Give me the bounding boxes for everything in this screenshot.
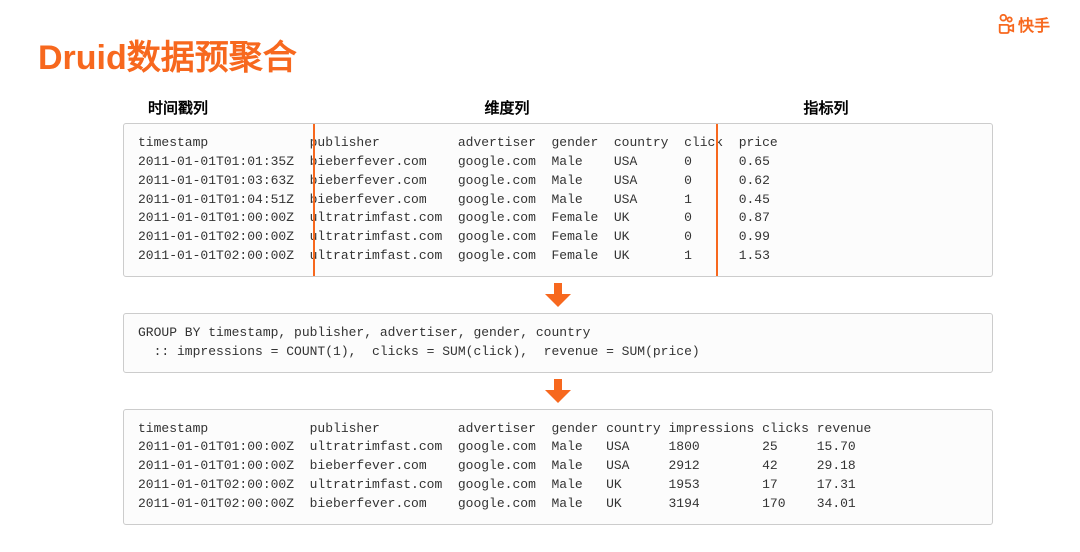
slide-title: Druid数据预聚合 xyxy=(38,30,1042,79)
label-timestamp: 时间戳列 xyxy=(123,97,313,118)
arrow-down-icon xyxy=(123,283,993,307)
table-content: timestamp publisher advertiser gender co… xyxy=(138,134,978,266)
raw-data-table: timestamp publisher advertiser gender co… xyxy=(123,123,993,277)
brand-text: 快手 xyxy=(1018,12,1050,36)
groupby-line1: GROUP BY timestamp, publisher, advertise… xyxy=(138,324,978,343)
label-dimension: 维度列 xyxy=(313,97,701,118)
arrow-down-icon xyxy=(123,379,993,403)
kuaishou-icon xyxy=(997,14,1015,34)
brand-logo: 快手 xyxy=(997,12,1050,36)
groupby-line2: :: impressions = COUNT(1), clicks = SUM(… xyxy=(138,343,978,362)
aggregated-data-table: timestamp publisher advertiser gender co… xyxy=(123,409,993,525)
groupby-expression: GROUP BY timestamp, publisher, advertise… xyxy=(123,313,993,373)
label-metric: 指标列 xyxy=(701,97,951,118)
table-content: timestamp publisher advertiser gender co… xyxy=(138,420,978,514)
column-separator xyxy=(313,124,315,276)
column-labels: 时间戳列 维度列 指标列 xyxy=(123,97,993,118)
column-separator xyxy=(716,124,718,276)
